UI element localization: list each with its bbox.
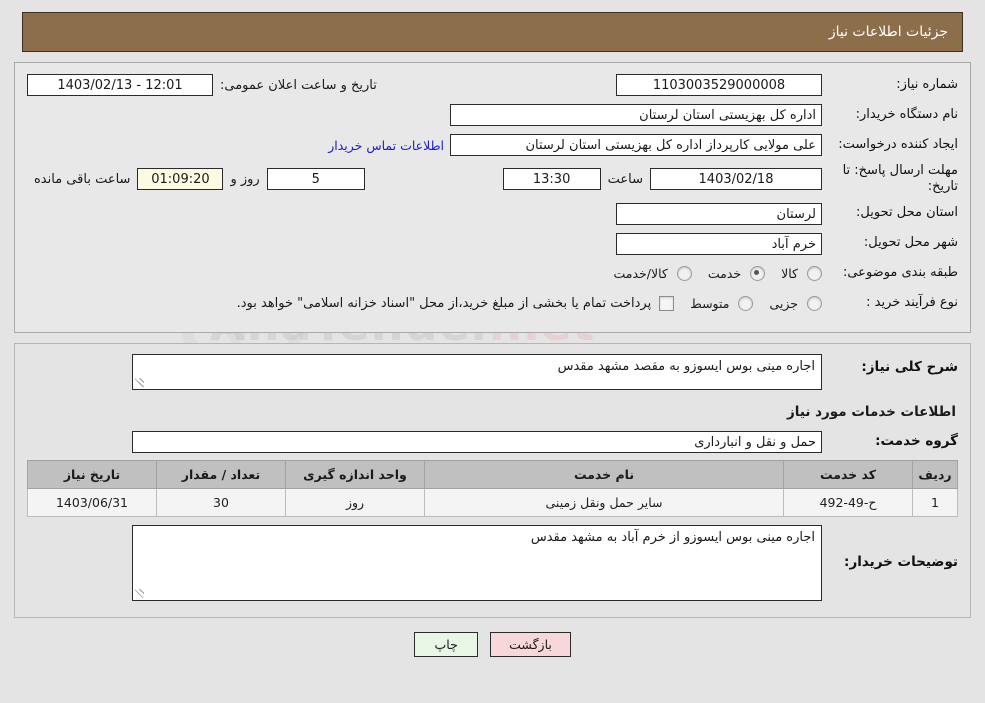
cell-index: 1 xyxy=(912,487,958,517)
radio-jozii[interactable] xyxy=(807,296,822,311)
row-need-number: شماره نیاز: 1103003529000008 تاریخ و ساع… xyxy=(27,73,958,97)
radio-khedmat-label: خدمت xyxy=(707,266,742,281)
services-table: ردیف کد خدمت نام خدمت واحد اندازه گیری ت… xyxy=(27,459,958,517)
buyer-org-field[interactable]: اداره کل بهزیستی استان لرستان xyxy=(450,104,822,126)
service-group-label: گروه خدمت: xyxy=(875,432,958,449)
category-radio-kala-khedmat[interactable]: کالا/خدمت xyxy=(597,266,692,281)
treasury-checkbox[interactable] xyxy=(659,296,675,311)
back-button[interactable]: بازگشت xyxy=(490,631,571,657)
table-header-row: ردیف کد خدمت نام خدمت واحد اندازه گیری ت… xyxy=(27,459,958,489)
radio-kala[interactable] xyxy=(807,266,822,281)
page-root: جزئیات اطلاعات نیاز شماره نیاز: 11030035… xyxy=(0,12,985,657)
page-title: جزئیات اطلاعات نیاز xyxy=(828,24,948,40)
row-buyer-org: نام دستگاه خریدار: اداره کل بهزیستی استا… xyxy=(27,103,958,127)
page-header: جزئیات اطلاعات نیاز xyxy=(22,12,963,52)
public-announce-field[interactable]: 12:01 - 1403/02/13 xyxy=(27,74,213,96)
th-quantity: تعداد / مقدار xyxy=(156,459,286,489)
table-row[interactable]: 1 ح-49-492 سایر حمل ونقل زمینی روز 30 14… xyxy=(27,487,958,517)
radio-motevaset-label: متوسط xyxy=(690,296,730,311)
cell-quantity: 30 xyxy=(156,487,286,517)
requester-label: ایجاد کننده درخواست: xyxy=(838,136,958,152)
requester-field[interactable]: علی مولایی کارپرداز اداره کل بهزیستی است… xyxy=(450,134,822,156)
footer-actions: بازگشت چاپ xyxy=(0,631,985,657)
radio-khedmat[interactable] xyxy=(750,266,766,281)
th-date: تاریخ نیاز xyxy=(27,459,157,489)
row-process: نوع فرآیند خرید : جزیی متوسط پرداخت تمام… xyxy=(27,292,958,316)
province-field[interactable]: لرستان xyxy=(616,202,822,225)
radio-kala-label: کالا xyxy=(781,266,798,281)
cell-date: 1403/06/31 xyxy=(27,487,157,517)
days-label: روز و xyxy=(230,171,260,187)
province-label: استان محل تحویل: xyxy=(856,205,958,221)
description-label: شرح کلی نیاز: xyxy=(861,358,958,375)
th-index: ردیف xyxy=(912,459,958,489)
timer-label: ساعت باقی مانده xyxy=(34,171,131,187)
process-radio-motevaset[interactable]: متوسط xyxy=(674,296,754,311)
category-radio-khedmat[interactable]: خدمت xyxy=(692,266,766,281)
services-section-heading: اطلاعات خدمات مورد نیاز xyxy=(786,403,956,420)
cell-name: سایر حمل ونقل زمینی xyxy=(424,487,784,517)
radio-jozii-label: جزیی xyxy=(769,296,798,311)
cell-code: ح-49-492 xyxy=(783,487,913,517)
row-buyer-notes: توضیحات خریدار: اجاره مینی بوس ایسوزو از… xyxy=(27,524,958,601)
countdown-timer-field: 01:09:20 xyxy=(137,168,224,191)
row-category: طبقه بندی موضوعی: کالا خدمت کالا/خدمت xyxy=(27,262,958,286)
city-label: شهر محل تحویل: xyxy=(863,235,958,251)
buyer-org-label: نام دستگاه خریدار: xyxy=(855,106,958,122)
row-requester: ایجاد کننده درخواست: علی مولایی کارپرداز… xyxy=(27,133,958,157)
process-label: نوع فرآیند خرید : xyxy=(866,295,958,311)
deadline-time-field[interactable]: 13:30 xyxy=(502,168,601,191)
deadline-label: مهلت ارسال پاسخ: تا تاریخ: xyxy=(842,163,958,195)
cell-unit: روز xyxy=(285,487,425,517)
need-info-panel: شماره نیاز: 1103003529000008 تاریخ و ساع… xyxy=(14,62,971,333)
row-service-group: گروه خدمت: حمل و نقل و انبارداری xyxy=(27,430,958,454)
description-textarea[interactable]: اجاره مینی بوس ایسوزو به مقصد مشهد مقدس xyxy=(132,353,822,390)
service-group-field[interactable]: حمل و نقل و انبارداری xyxy=(132,430,822,453)
radio-kala-khedmat[interactable] xyxy=(676,266,692,281)
need-number-field[interactable]: 1103003529000008 xyxy=(616,74,822,96)
category-label: طبقه بندی موضوعی: xyxy=(842,265,958,281)
treasury-checkbox-label: پرداخت تمام یا بخشی از مبلغ خرید،از محل … xyxy=(236,296,652,311)
buyer-notes-textarea[interactable]: اجاره مینی بوس ایسوزو از خرم آباد به مشه… xyxy=(132,524,822,601)
hour-label: ساعت xyxy=(607,171,643,187)
radio-kala-khedmat-label: کالا/خدمت xyxy=(613,266,668,281)
row-description: شرح کلی نیاز: اجاره مینی بوس ایسوزو به م… xyxy=(27,353,958,390)
process-radio-jozii[interactable]: جزیی xyxy=(753,296,822,311)
th-unit: واحد اندازه گیری xyxy=(285,459,425,489)
print-button[interactable]: چاپ xyxy=(414,631,479,657)
th-name: نام خدمت xyxy=(424,459,784,489)
row-city: شهر محل تحویل: خرم آباد xyxy=(27,232,958,256)
public-announce-label: تاریخ و ساعت اعلان عمومی: xyxy=(220,77,377,93)
buyer-notes-label: توضیحات خریدار: xyxy=(844,553,958,570)
radio-motevaset[interactable] xyxy=(738,296,754,311)
need-number-label: شماره نیاز: xyxy=(896,76,958,92)
row-province: استان محل تحویل: لرستان xyxy=(27,202,958,226)
deadline-date-field[interactable]: 1403/02/18 xyxy=(650,168,822,191)
city-field[interactable]: خرم آباد xyxy=(616,232,822,255)
category-radio-kala[interactable]: کالا xyxy=(765,266,822,281)
buyer-contact-link[interactable]: اطلاعات تماس خریدار xyxy=(322,138,450,153)
th-code: کد خدمت xyxy=(783,459,913,489)
days-remaining-field: 5 xyxy=(266,168,365,191)
row-deadline: مهلت ارسال پاسخ: تا تاریخ: 1403/02/18 سا… xyxy=(27,163,958,196)
need-description-panel: شرح کلی نیاز: اجاره مینی بوس ایسوزو به م… xyxy=(14,342,971,618)
